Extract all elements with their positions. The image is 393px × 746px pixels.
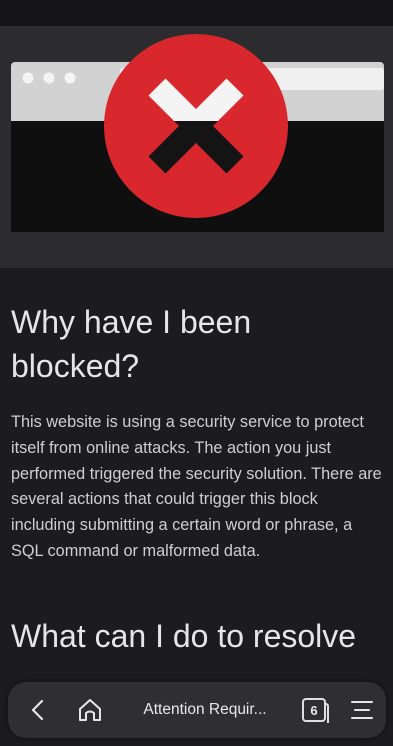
page-title: Why have I been blocked? [11, 304, 252, 384]
resolve-heading: What can I do to resolve [11, 618, 357, 654]
explanation-paragraph: This website is using a security service… [11, 413, 382, 560]
window-dot [22, 72, 34, 84]
tab-title[interactable]: Attention Requir... [120, 682, 290, 738]
menu-icon [351, 701, 373, 719]
main-content: Why have I been blocked? This website is… [11, 300, 386, 565]
browser-page: Why have I been blocked? This website is… [0, 0, 393, 746]
browser-window-error-graphic [11, 34, 384, 232]
status-bar [0, 0, 393, 26]
browser-bottom-bar: Attention Requir... 6 [8, 682, 386, 738]
window-dot [64, 72, 76, 84]
tabs-icon: 6 [302, 698, 329, 723]
menu-button[interactable] [342, 682, 382, 738]
home-icon [79, 699, 101, 721]
blocked-illustration [0, 26, 393, 268]
tabs-button[interactable]: 6 [294, 682, 334, 738]
tab-count-label: 6 [310, 702, 318, 718]
window-dot [43, 72, 55, 84]
home-button[interactable] [68, 682, 112, 738]
back-button[interactable] [22, 682, 54, 738]
back-arrow-icon [31, 699, 44, 721]
